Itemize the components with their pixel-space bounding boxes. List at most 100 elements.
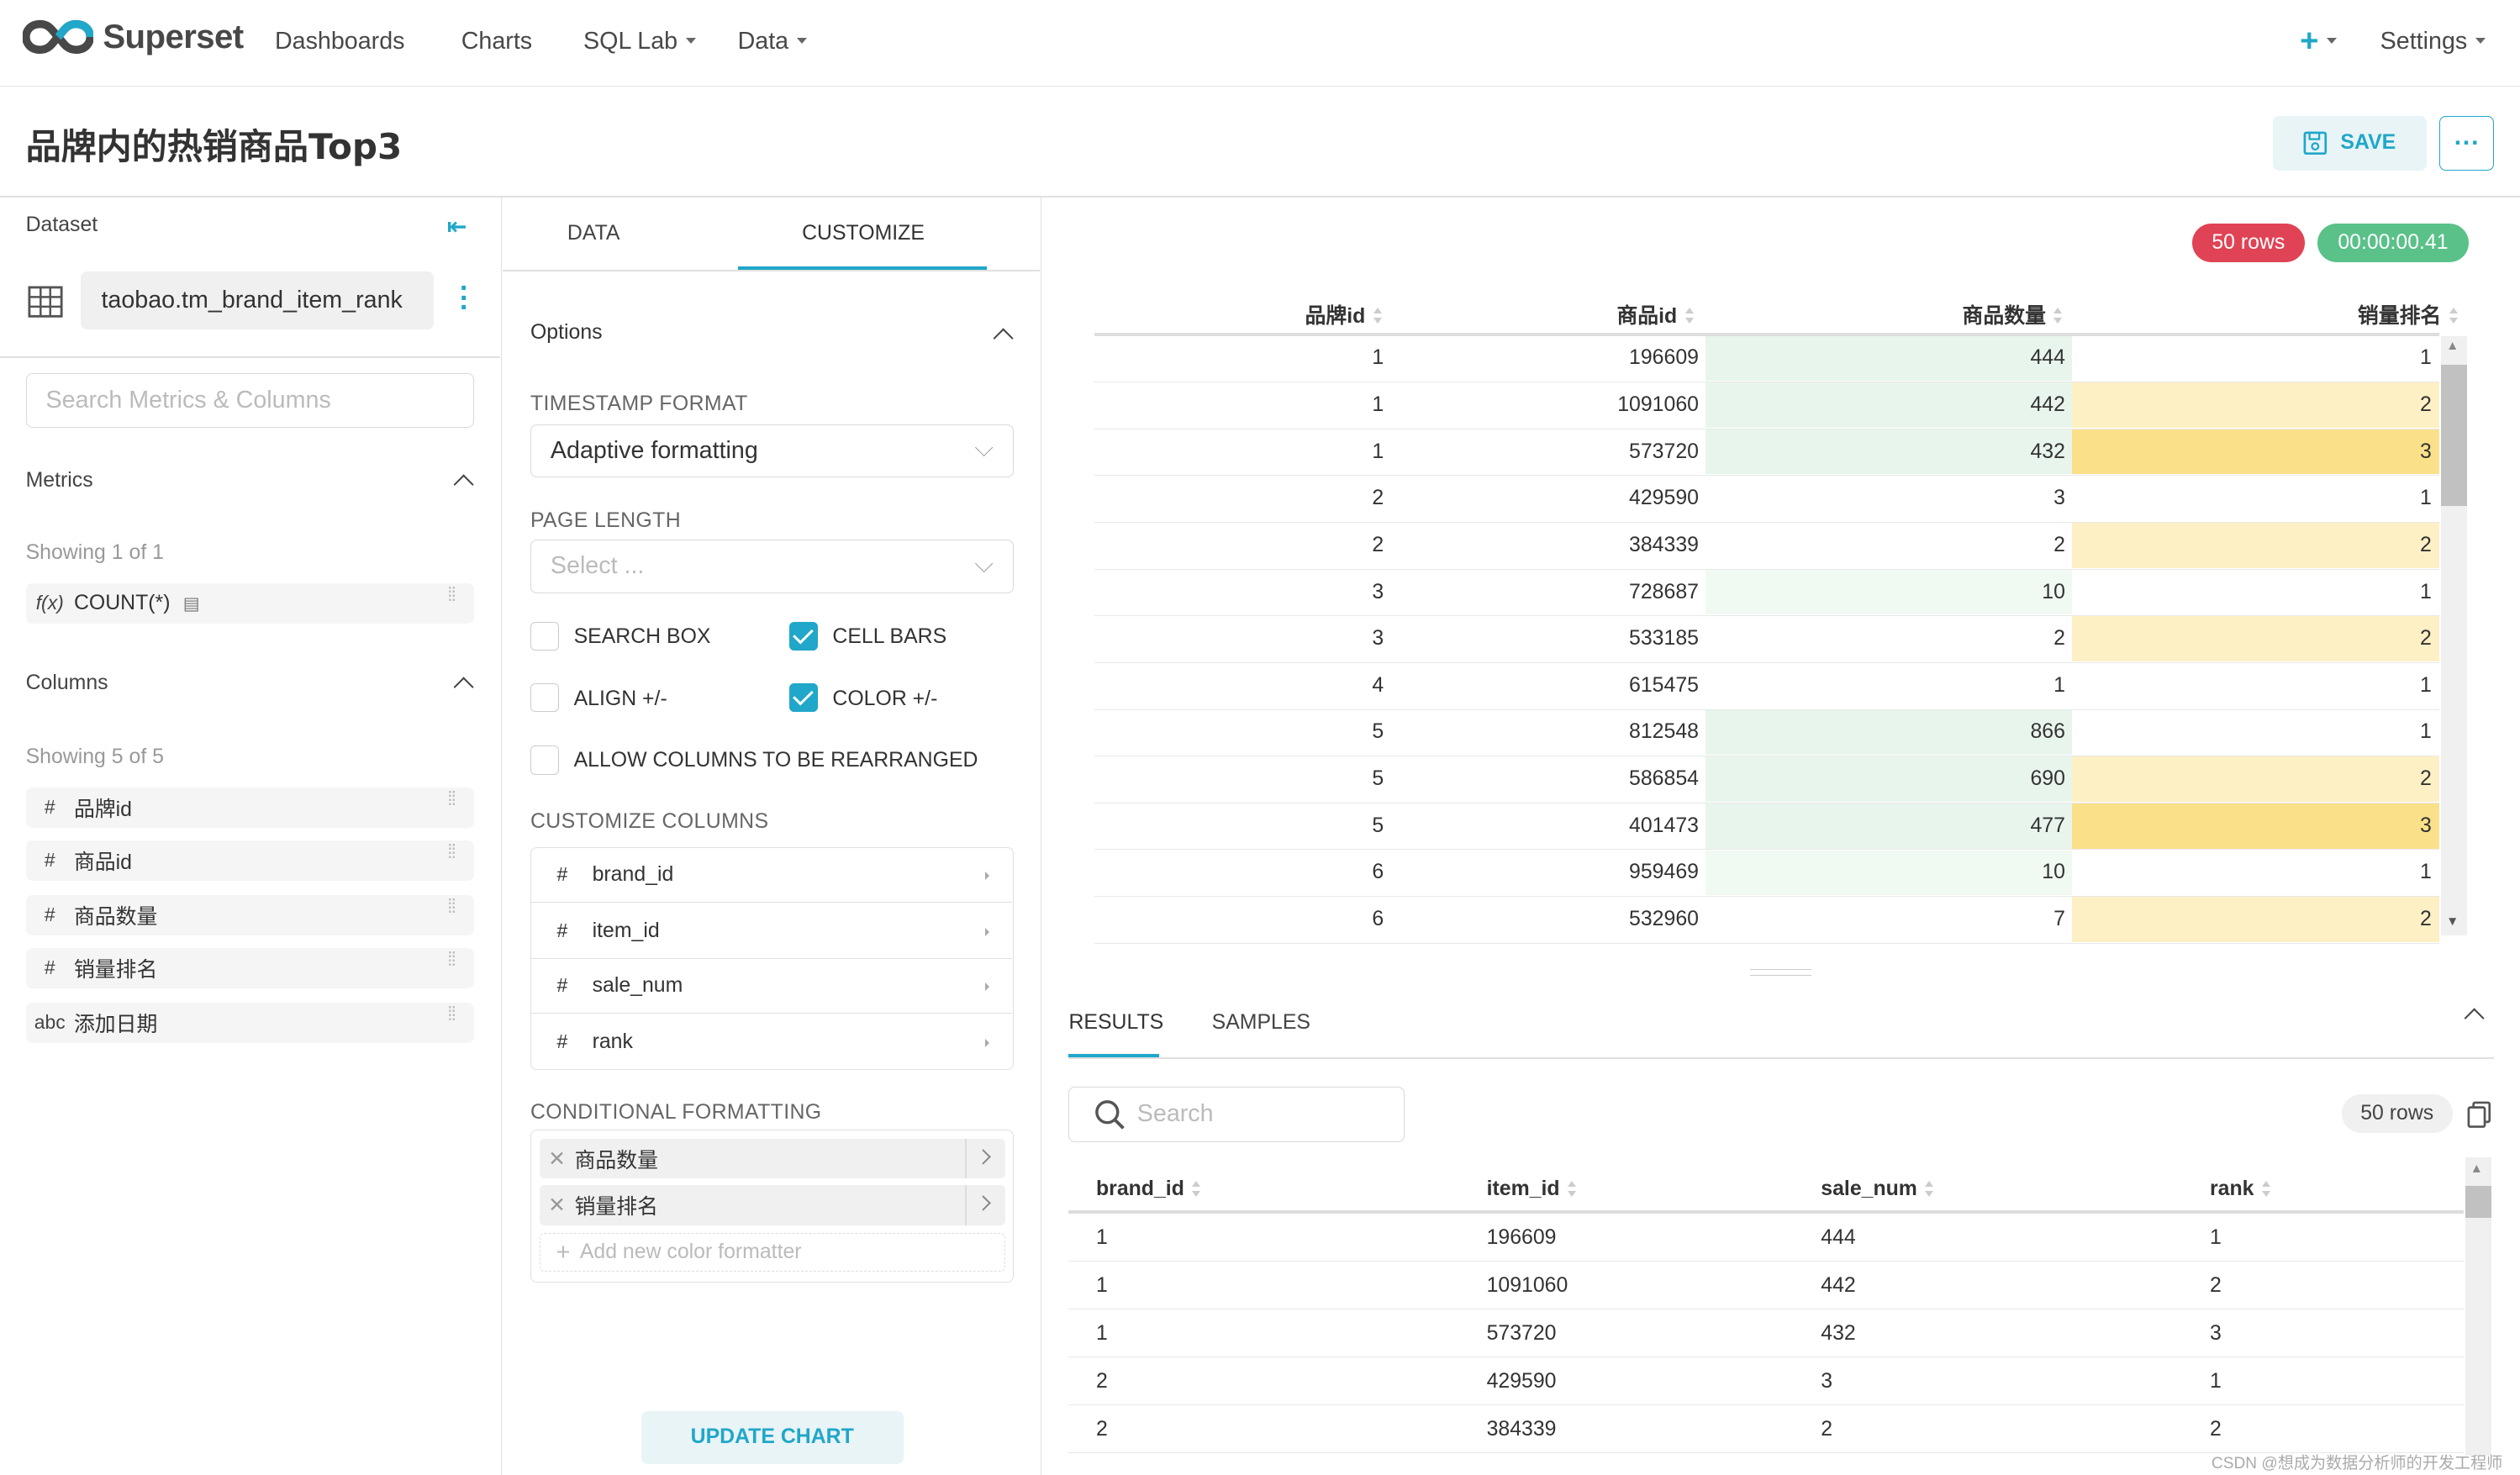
chart-cell-item-id: 429590 <box>1629 487 1699 510</box>
add-color-formatter-button[interactable]: + Add new color formatter <box>539 1233 1005 1272</box>
chevron-up-icon[interactable] <box>453 677 474 698</box>
color-checkbox[interactable] <box>788 682 819 712</box>
result-cell-brand-id: 1 <box>1095 1225 1108 1249</box>
color-label: COLOR +/- <box>832 687 938 711</box>
chart-table-row: 1 1091060 442 2 <box>1094 382 2440 429</box>
column-item[interactable]: # 商品数量 ⁞⁞ <box>25 894 475 935</box>
column-item[interactable]: # 品牌id ⁞⁞ <box>25 787 475 828</box>
drag-handle-icon[interactable]: ⁞⁞ <box>447 584 456 603</box>
metric-item[interactable]: f(x) COUNT(*) ▤ ⁞⁞ <box>25 583 475 624</box>
chart-title[interactable]: 品牌内的热销商品Top3 <box>26 119 403 170</box>
timestamp-format-select[interactable]: Adaptive formatting <box>530 424 1015 477</box>
drag-handle-icon[interactable]: ⁞⁞ <box>447 841 456 861</box>
customize-column-name: brand_id <box>592 862 674 886</box>
rearrange-columns-checkbox[interactable] <box>530 745 560 775</box>
chart-cell-brand-id: 5 <box>1372 720 1384 744</box>
update-chart-button[interactable]: UPDATE CHART <box>641 1410 904 1464</box>
tab-data[interactable]: DATA <box>567 222 620 245</box>
settings-menu[interactable]: Settings <box>2380 28 2486 55</box>
query-time-badge-text: 00:00:00.41 <box>2338 230 2449 254</box>
options-section-title[interactable]: Options <box>530 321 603 345</box>
superset-logo[interactable]: Superset <box>22 18 244 56</box>
collapse-results-icon[interactable] <box>2464 1008 2485 1029</box>
results-header-sale-num[interactable]: sale_num <box>1821 1177 1935 1201</box>
results-header-rank[interactable]: rank <box>2210 1177 2272 1201</box>
drag-handle-icon[interactable]: ⁞⁞ <box>447 1004 456 1023</box>
sort-icon <box>1192 1181 1201 1197</box>
customize-column-row[interactable]: # item_id <box>530 904 1012 959</box>
drag-handle-icon[interactable]: ⁞⁞ <box>447 949 456 968</box>
customize-column-row[interactable]: # sale_num <box>530 959 1012 1014</box>
metrics-section-title[interactable]: Metrics <box>26 469 93 493</box>
chart-header-rank[interactable]: 销量排名 <box>2358 299 2459 329</box>
chart-header-label: 品牌id <box>1305 304 1366 328</box>
chart-header-item-id[interactable]: 商品id <box>1616 299 1695 329</box>
conditional-format-item[interactable]: ✕ 销量排名 <box>539 1185 1005 1225</box>
chart-table-row: 3 533185 2 2 <box>1094 616 2440 663</box>
chevron-right-icon <box>984 1039 989 1048</box>
chart-cell-brand-id: 2 <box>1372 487 1384 510</box>
search-icon <box>1095 1099 1125 1130</box>
chevron-up-icon[interactable] <box>993 328 1015 349</box>
result-cell-brand-id: 1 <box>1095 1273 1108 1297</box>
column-item[interactable]: # 销量排名 ⁞⁞ <box>25 948 475 988</box>
scroll-up-icon[interactable]: ▲ <box>2470 1162 2483 1177</box>
results-header-label: item_id <box>1486 1177 1560 1201</box>
copy-icon[interactable] <box>2467 1101 2491 1129</box>
scrollbar-thumb[interactable] <box>2441 365 2467 507</box>
nav-sql-lab[interactable]: SQL Lab <box>583 28 696 55</box>
chart-cell-rank: 2 <box>2071 382 2440 428</box>
chart-header-sale-num[interactable]: 商品数量 <box>1963 299 2064 329</box>
resize-handle[interactable] <box>1750 968 1811 976</box>
collapse-panel-icon[interactable]: ⇤ <box>447 212 467 241</box>
conditional-format-item[interactable]: ✕ 商品数量 <box>539 1138 1005 1179</box>
chevron-up-icon[interactable] <box>453 474 474 495</box>
close-icon[interactable]: ✕ <box>540 1193 575 1218</box>
drag-handle-icon[interactable]: ⁞⁞ <box>447 788 456 808</box>
scroll-up-icon[interactable]: ▲ <box>2446 339 2459 354</box>
column-item[interactable]: # 商品id ⁞⁞ <box>25 840 475 881</box>
chart-header-brand-id[interactable]: 品牌id <box>1305 299 1384 329</box>
page-length-select[interactable]: Select ... <box>530 540 1015 593</box>
customize-column-row[interactable]: # rank <box>531 1014 1012 1069</box>
search-metrics-input[interactable]: Search Metrics & Columns <box>25 372 475 428</box>
results-header-brand-id[interactable]: brand_id <box>1096 1177 1202 1201</box>
row-count-badge: 50 rows <box>2191 223 2305 262</box>
save-button[interactable]: SAVE <box>2272 115 2428 171</box>
scrollbar-thumb[interactable] <box>2465 1186 2491 1219</box>
search-box-checkbox[interactable] <box>530 621 560 651</box>
customize-column-row[interactable]: # brand_id <box>530 848 1012 903</box>
chart-cell-rank: 2 <box>2071 897 2440 942</box>
tab-results[interactable]: RESULTS <box>1068 1011 1163 1035</box>
column-item[interactable]: abc 添加日期 ⁞⁞ <box>25 1003 475 1043</box>
results-header-item-id[interactable]: item_id <box>1487 1177 1578 1201</box>
nav-dashboards[interactable]: Dashboards <box>275 28 405 55</box>
tab-samples[interactable]: SAMPLES <box>1212 1011 1310 1035</box>
cell-bars-checkbox[interactable] <box>788 621 819 651</box>
columns-section-title[interactable]: Columns <box>26 672 108 695</box>
nav-charts[interactable]: Charts <box>461 28 532 55</box>
align-checkbox[interactable] <box>530 682 560 712</box>
search-metrics-placeholder: Search Metrics & Columns <box>45 386 331 414</box>
more-options-button[interactable]: ··· <box>2439 115 2495 171</box>
brand-name: Superset <box>103 18 244 56</box>
dataset-menu-icon[interactable]: · · · <box>460 274 469 322</box>
new-menu[interactable]: + <box>2300 23 2337 60</box>
results-scrollbar[interactable] <box>2465 1156 2491 1457</box>
close-icon[interactable]: ✕ <box>540 1146 575 1172</box>
dataset-name[interactable]: taobao.tm_brand_item_rank <box>80 271 435 329</box>
chart-scrollbar[interactable] <box>2441 335 2467 935</box>
update-chart-label: UPDATE CHART <box>690 1425 854 1449</box>
chart-cell-sale-num: 432 <box>1705 429 2072 475</box>
nav-data[interactable]: Data <box>738 28 807 55</box>
chart-cell-item-id: 812548 <box>1629 720 1699 744</box>
add-color-formatter-label: Add new color formatter <box>579 1241 802 1264</box>
superset-logo-icon <box>22 19 93 55</box>
drag-handle-icon[interactable]: ⁞⁞ <box>447 896 456 915</box>
scroll-down-icon[interactable]: ▼ <box>2446 914 2459 930</box>
chart-cell-sale-num: 7 <box>2053 908 2065 931</box>
tab-customize[interactable]: CUSTOMIZE <box>802 222 925 245</box>
plus-icon: + <box>2300 22 2319 59</box>
sort-icon <box>1684 308 1695 324</box>
conditional-format-name: 商品数量 <box>574 1149 658 1172</box>
